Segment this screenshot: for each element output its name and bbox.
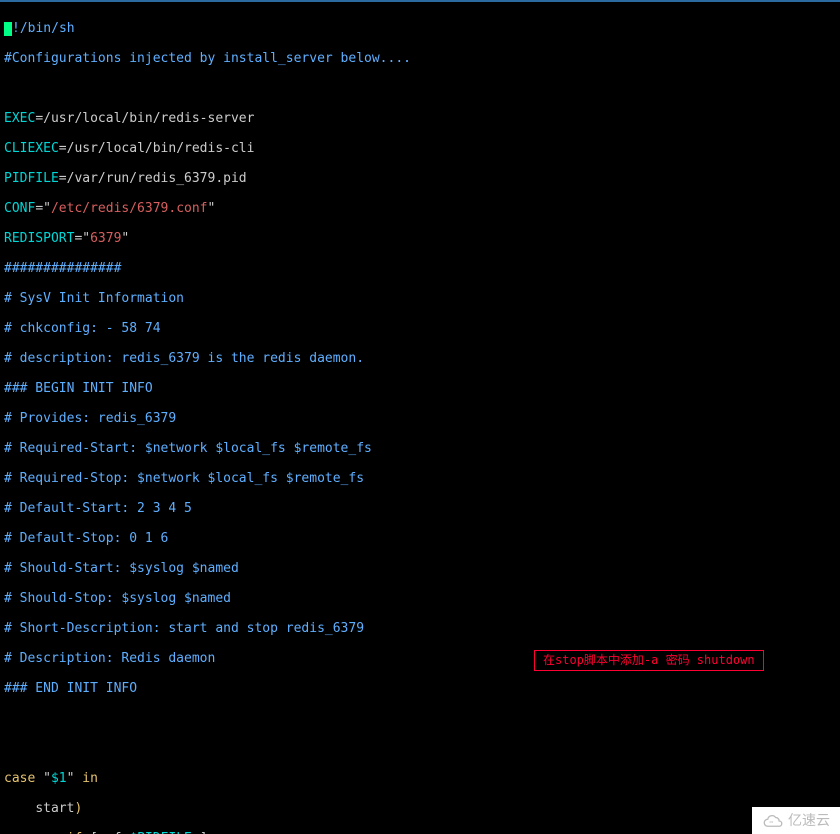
var-cliexec: CLIEXEC (4, 141, 59, 156)
comment-line: # Provides: redis_6379 (4, 411, 836, 426)
var-pidfile: PIDFILE (4, 171, 59, 186)
var-conf: CONF (4, 201, 35, 216)
comment-line: # Required-Stop: $network $local_fs $rem… (4, 471, 836, 486)
comment-line: # SysV Init Information (4, 291, 836, 306)
kw-case: case (4, 771, 35, 786)
var-exec: EXEC (4, 111, 35, 126)
watermark-logo: ∞ 亿速云 (752, 807, 840, 834)
comment-line: # Default-Start: 2 3 4 5 (4, 501, 836, 516)
cursor-block (4, 22, 12, 36)
comment-line: # Should-Stop: $syslog $named (4, 591, 836, 606)
case-start: start (35, 801, 74, 816)
comment-line: ### BEGIN INIT INFO (4, 381, 836, 396)
comment-line: # chkconfig: - 58 74 (4, 321, 836, 336)
var-redisport: REDISPORT (4, 231, 74, 246)
comment-line: # description: redis_6379 is the redis d… (4, 351, 836, 366)
comment-line: #Configurations injected by install_serv… (4, 51, 836, 66)
comment-line: ############### (4, 261, 836, 276)
annotation-text: 在stop脚本中添加-a 密码 shutdown (543, 653, 755, 667)
comment-line: # Required-Start: $network $local_fs $re… (4, 441, 836, 456)
svg-text:∞: ∞ (770, 819, 774, 825)
comment-line: ### END INIT INFO (4, 681, 836, 696)
annotation-callout: 在stop脚本中添加-a 密码 shutdown (534, 650, 764, 671)
watermark-text: 亿速云 (788, 813, 830, 828)
comment-line: # Default-Stop: 0 1 6 (4, 531, 836, 546)
comment-line: # Should-Start: $syslog $named (4, 561, 836, 576)
cloud-icon: ∞ (762, 814, 784, 828)
shebang: !/bin/sh (12, 21, 75, 36)
code-editor[interactable]: !/bin/sh #Configurations injected by ins… (0, 0, 840, 834)
comment-line: # Short-Description: start and stop redi… (4, 621, 836, 636)
